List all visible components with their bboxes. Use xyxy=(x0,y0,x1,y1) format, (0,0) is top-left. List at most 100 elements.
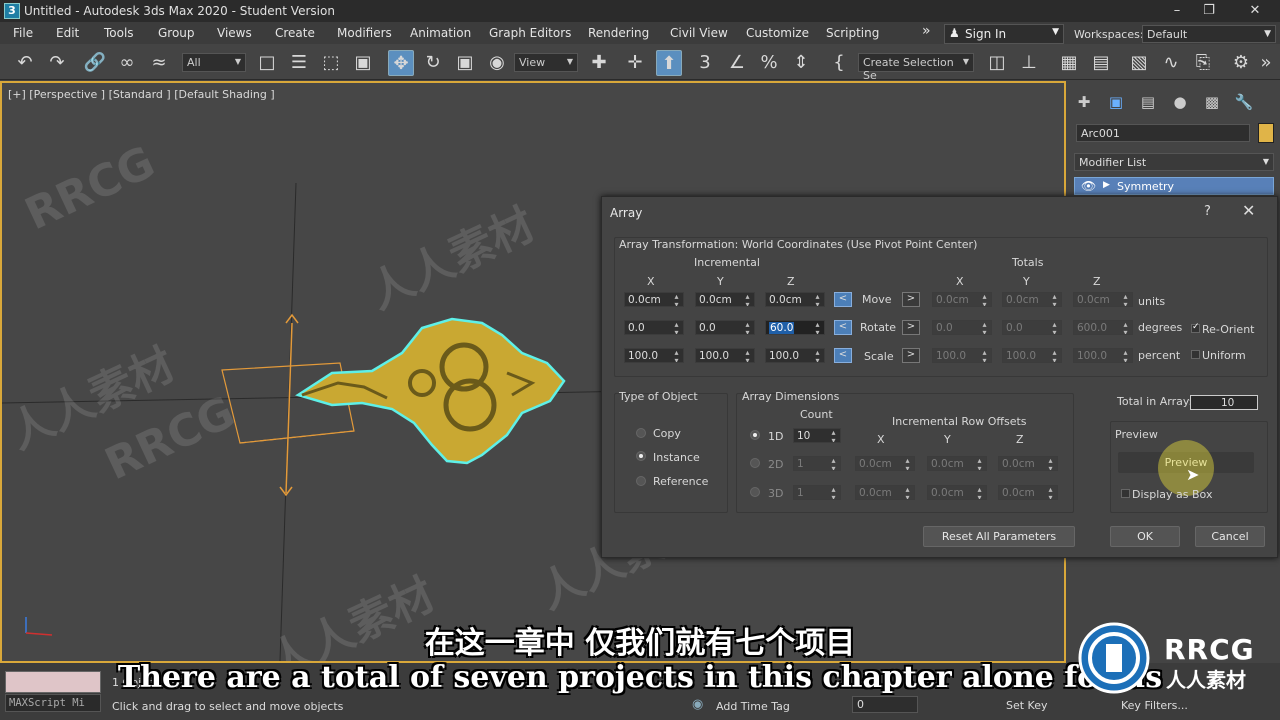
select-and-rotate-icon[interactable]: ↻ xyxy=(420,50,446,76)
spinner-snap-icon[interactable]: ⇕ xyxy=(788,50,814,76)
scene-explorer-icon[interactable]: ▦ xyxy=(1056,50,1082,76)
angle-snap-icon[interactable]: ∠ xyxy=(724,50,750,76)
undo-icon[interactable]: ↶ xyxy=(12,50,38,76)
add-time-tag[interactable]: Add Time Tag xyxy=(716,700,790,713)
utilities-tab-icon[interactable]: 🔧 xyxy=(1232,91,1256,113)
scale-inc-y[interactable]: 100.0 xyxy=(695,348,755,363)
move-right-arrow-icon[interactable]: > xyxy=(902,292,920,307)
unlink-icon[interactable]: ∞ xyxy=(114,50,140,76)
dialog-close-button[interactable]: ✕ xyxy=(1242,201,1255,220)
menu-group[interactable]: Group xyxy=(158,26,195,40)
maximize-icon[interactable]: ❐ xyxy=(1194,2,1224,20)
re-orient-checkbox[interactable] xyxy=(1191,322,1200,333)
copy-radio[interactable] xyxy=(636,428,646,438)
selection-filter-select[interactable]: All ▼ xyxy=(182,53,246,72)
rotate-left-arrow-icon[interactable]: < xyxy=(834,320,852,335)
window-crossing-icon[interactable]: ▣ xyxy=(350,50,376,76)
workspace-select[interactable]: Default ▼ xyxy=(1142,25,1276,43)
minimize-icon[interactable]: – xyxy=(1162,2,1192,20)
create-tab-icon[interactable]: ✚ xyxy=(1072,91,1096,113)
reference-radio[interactable] xyxy=(636,476,646,486)
dim-3d-radio[interactable] xyxy=(750,487,760,497)
sign-in-dropdown[interactable]: ♟ Sign In ▼ xyxy=(944,24,1064,44)
eye-icon[interactable]: 👁 xyxy=(1081,179,1096,193)
layer-explorer-icon[interactable]: ▤ xyxy=(1088,50,1114,76)
dim-1d-count[interactable]: 10 xyxy=(793,428,841,443)
move-left-arrow-icon[interactable]: < xyxy=(834,292,852,307)
rectangular-selection-icon[interactable]: ⬚ xyxy=(318,50,344,76)
menu-rendering[interactable]: Rendering xyxy=(588,26,649,40)
render-setup-icon[interactable]: ⚙ xyxy=(1228,50,1254,76)
menu-modifiers[interactable]: Modifiers xyxy=(337,26,392,40)
scale-inc-x[interactable]: 100.0 xyxy=(624,348,684,363)
bind-space-warp-icon[interactable]: ≈ xyxy=(146,50,172,76)
scale-right-arrow-icon[interactable]: > xyxy=(902,348,920,363)
modifier-list-dropdown[interactable]: Modifier List ▼ xyxy=(1074,153,1274,171)
pivot-center-icon[interactable]: ✚ xyxy=(586,50,612,76)
select-object-icon[interactable]: □ xyxy=(254,50,280,76)
schematic-view-icon[interactable]: ⎘ xyxy=(1190,50,1216,76)
move-inc-x[interactable]: 0.0cm xyxy=(624,292,684,307)
cancel-button[interactable]: Cancel xyxy=(1195,526,1265,547)
menu-graph-editors[interactable]: Graph Editors xyxy=(489,26,571,40)
menu-file[interactable]: File xyxy=(13,26,33,40)
link-icon[interactable]: 🔗 xyxy=(82,50,108,76)
move-inc-z[interactable]: 0.0cm xyxy=(765,292,825,307)
select-and-place-icon[interactable]: ◉ xyxy=(484,50,510,76)
motion-tab-icon[interactable]: ● xyxy=(1168,91,1192,113)
keyboard-shortcut-override-icon[interactable]: ⬆ xyxy=(656,50,682,76)
instance-radio[interactable] xyxy=(636,451,646,461)
select-and-scale-icon[interactable]: ▣ xyxy=(452,50,478,76)
reference-coordinate-select[interactable]: View ▼ xyxy=(514,53,578,72)
key-filters-button[interactable]: Key Filters... xyxy=(1121,699,1188,712)
select-and-move-icon[interactable]: ✥ xyxy=(388,50,414,76)
ribbon-icon[interactable]: ▧ xyxy=(1126,50,1152,76)
scale-inc-z[interactable]: 100.0 xyxy=(765,348,825,363)
dim-2d-radio[interactable] xyxy=(750,458,760,468)
time-tag-icon[interactable]: ◉ xyxy=(692,697,703,712)
uniform-checkbox[interactable] xyxy=(1191,350,1200,359)
scale-left-arrow-icon[interactable]: < xyxy=(834,348,852,363)
redo-icon[interactable]: ↷ xyxy=(44,50,70,76)
dim-1d-radio[interactable] xyxy=(750,430,760,440)
menu-customize[interactable]: Customize xyxy=(746,26,809,40)
expand-arrow-icon[interactable]: ▶ xyxy=(1103,180,1110,190)
current-frame-field[interactable]: 0 xyxy=(852,696,918,713)
maxscript-mini-listener[interactable]: MAXScript Mi xyxy=(5,694,101,712)
curve-editor-icon[interactable]: ∿ xyxy=(1158,50,1184,76)
toolbar-overflow-icon[interactable]: » xyxy=(1256,50,1276,76)
reset-all-parameters-button[interactable]: Reset All Parameters xyxy=(923,526,1075,547)
percent-snap-icon[interactable]: % xyxy=(756,50,782,76)
close-icon[interactable]: ✕ xyxy=(1240,2,1270,20)
display-as-box-checkbox[interactable] xyxy=(1121,489,1130,498)
named-selection-select[interactable]: Create Selection Se ▼ xyxy=(858,53,974,82)
menu-scripting[interactable]: Scripting xyxy=(826,26,879,40)
modifier-stack-item[interactable]: 👁 ▶ Symmetry xyxy=(1074,177,1274,195)
edit-named-selection-icon[interactable]: { xyxy=(826,50,852,76)
menu-create[interactable]: Create xyxy=(275,26,315,40)
object-color-swatch[interactable] xyxy=(1258,123,1274,143)
help-button[interactable]: ? xyxy=(1204,204,1211,219)
ok-button[interactable]: OK xyxy=(1110,526,1180,547)
snaps-toggle-icon[interactable]: 3 xyxy=(692,50,718,76)
modify-tab-icon[interactable]: ▣ xyxy=(1104,91,1128,113)
set-key-button[interactable]: Set Key xyxy=(1006,699,1048,712)
menu-animation[interactable]: Animation xyxy=(410,26,471,40)
menu-views[interactable]: Views xyxy=(217,26,252,40)
move-inc-y[interactable]: 0.0cm xyxy=(695,292,755,307)
rotate-inc-y[interactable]: 0.0 xyxy=(695,320,755,335)
app-icon[interactable]: 3 xyxy=(4,3,20,19)
object-name-field[interactable]: Arc001 xyxy=(1076,124,1250,142)
menu-tools[interactable]: Tools xyxy=(104,26,134,40)
align-icon[interactable]: ⊥ xyxy=(1016,50,1042,76)
select-by-name-icon[interactable]: ☰ xyxy=(286,50,312,76)
menu-overflow[interactable]: » xyxy=(922,23,931,39)
mirror-icon[interactable]: ◫ xyxy=(984,50,1010,76)
rotate-right-arrow-icon[interactable]: > xyxy=(902,320,920,335)
rotate-inc-z[interactable]: 60.0 xyxy=(765,320,825,335)
menu-civil-view[interactable]: Civil View xyxy=(670,26,728,40)
rotate-inc-x[interactable]: 0.0 xyxy=(624,320,684,335)
select-manipulate-icon[interactable]: ✛ xyxy=(622,50,648,76)
display-tab-icon[interactable]: ▩ xyxy=(1200,91,1224,113)
hierarchy-tab-icon[interactable]: ▤ xyxy=(1136,91,1160,113)
